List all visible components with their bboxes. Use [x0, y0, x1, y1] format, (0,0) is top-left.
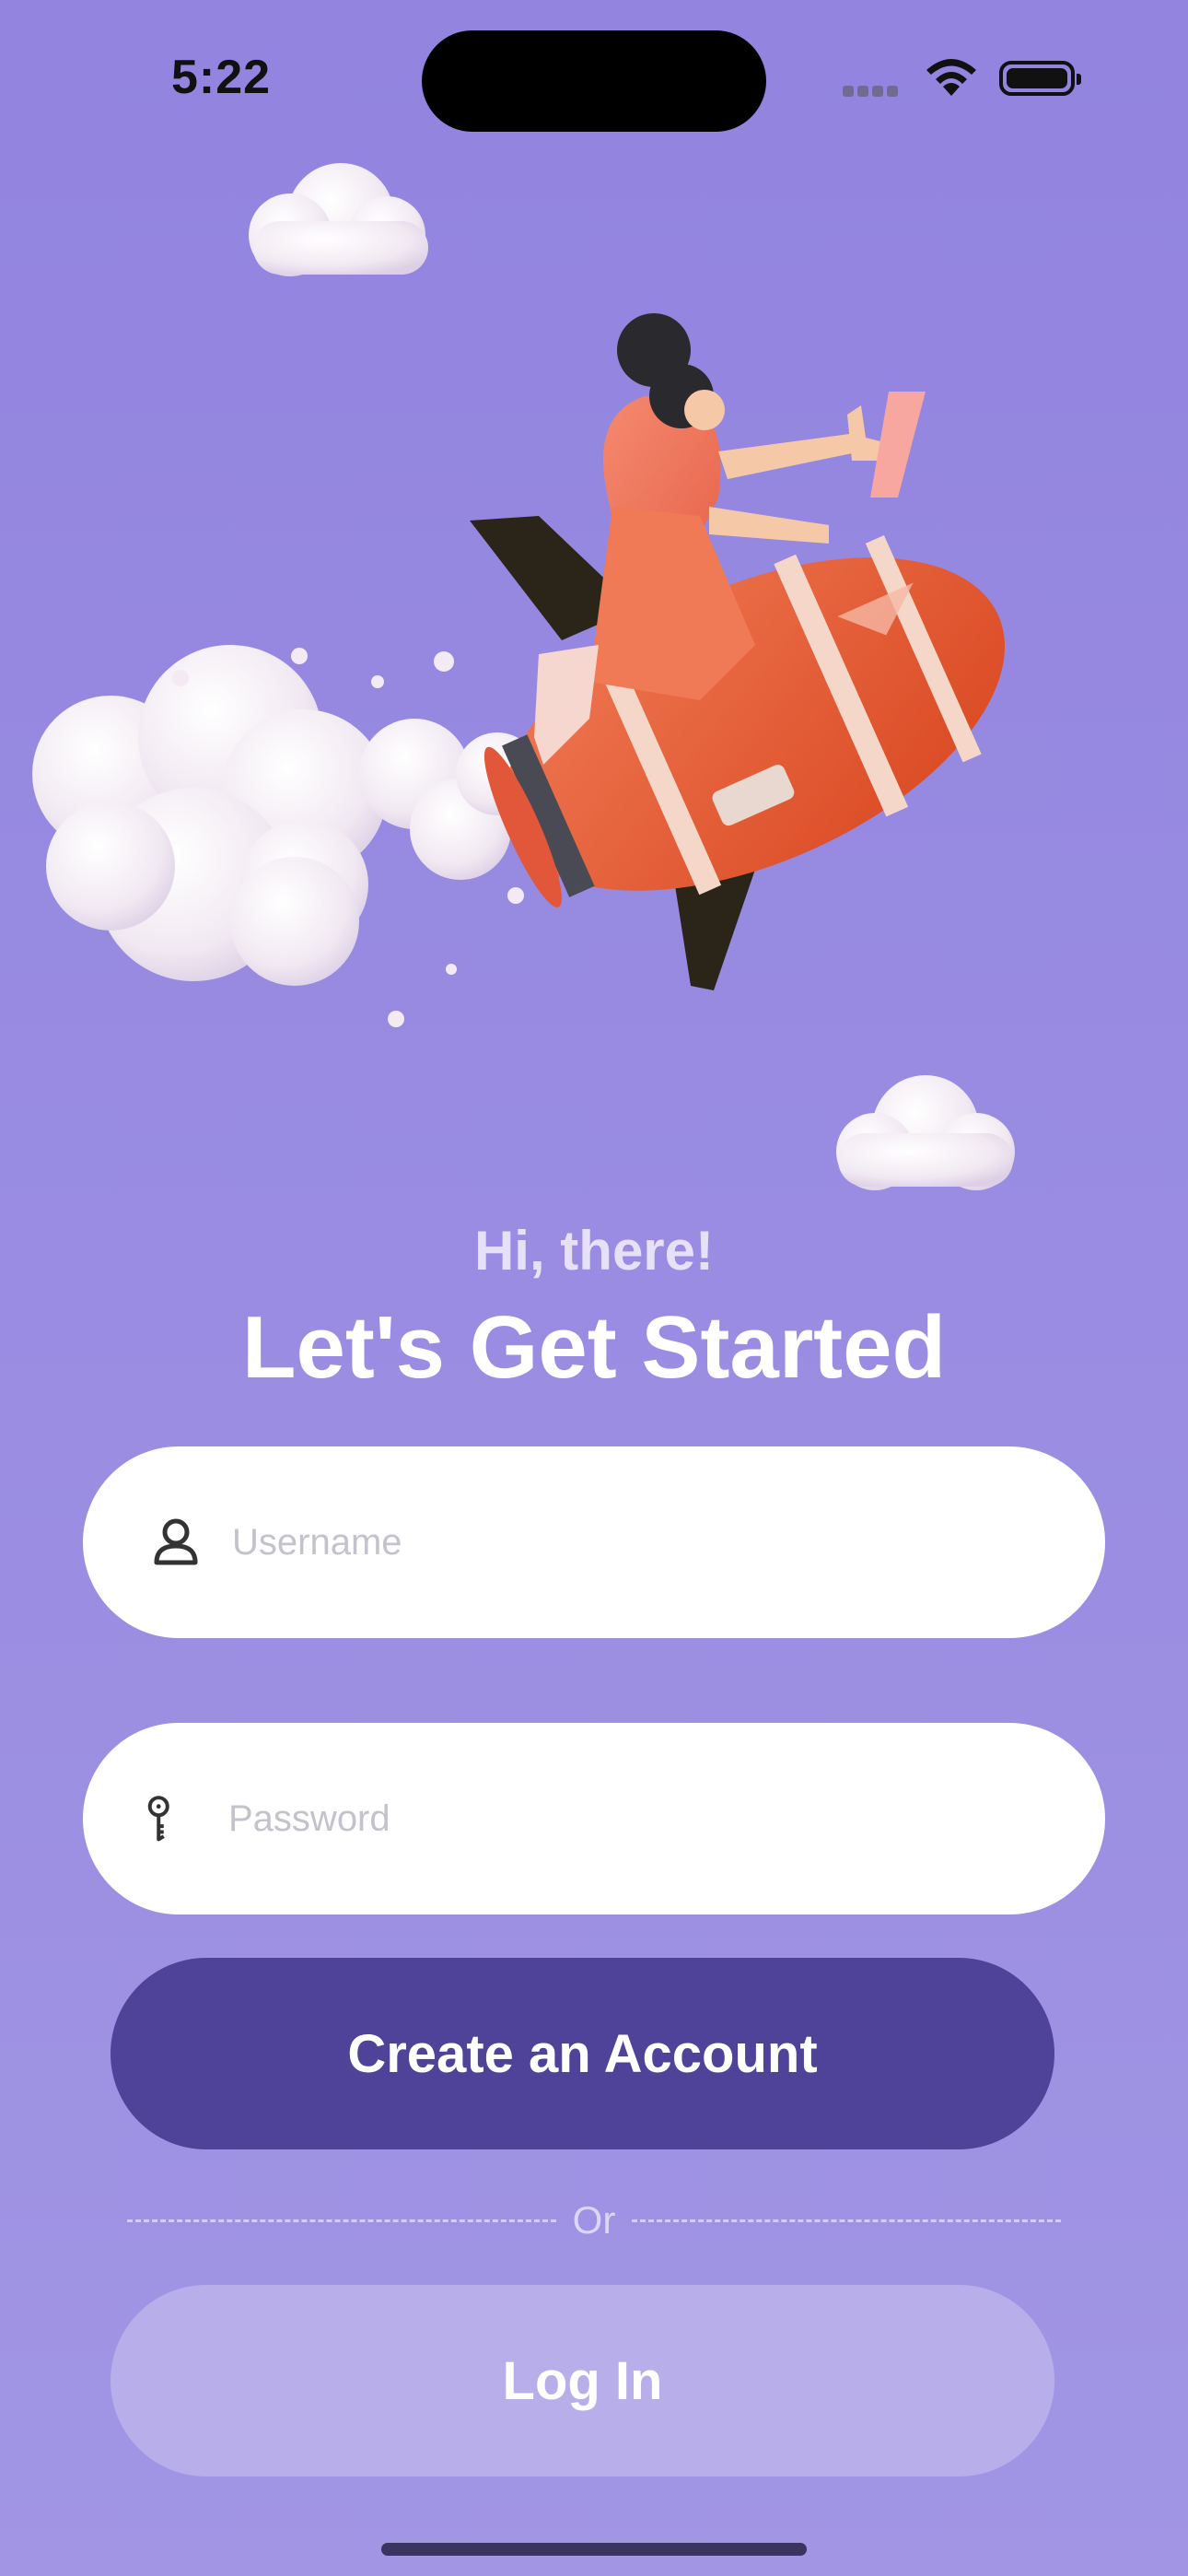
smoke-cloud: [32, 645, 539, 986]
key-icon: [147, 1796, 169, 1842]
battery-icon: [999, 61, 1081, 96]
divider-line-right: [632, 2219, 1061, 2222]
greeting-text: Hi, there!: [473, 1220, 715, 1282]
rocket-rider-illustration: [32, 163, 1015, 1190]
password-field[interactable]: [83, 1723, 1105, 1914]
dynamic-island: [422, 30, 766, 132]
login-button[interactable]: Log In: [111, 2285, 1054, 2476]
cellular-signal-icon: [843, 85, 903, 98]
or-divider: Or: [127, 2193, 1061, 2248]
divider-line-left: [127, 2219, 556, 2222]
create-account-button[interactable]: Create an Account: [111, 1958, 1054, 2149]
page-title: Let's Get Started: [241, 1298, 947, 1397]
divider-text: Or: [572, 2198, 616, 2242]
wifi-icon: [926, 59, 976, 96]
user-icon: [154, 1518, 198, 1565]
username-input[interactable]: [230, 1505, 1044, 1580]
username-field[interactable]: [83, 1446, 1105, 1638]
cloud-small-right: [836, 1075, 1015, 1190]
status-time: 5:22: [171, 51, 272, 104]
password-input[interactable]: [227, 1781, 1041, 1856]
home-indicator[interactable]: [381, 2543, 807, 2556]
cloud-small-top: [249, 163, 428, 276]
